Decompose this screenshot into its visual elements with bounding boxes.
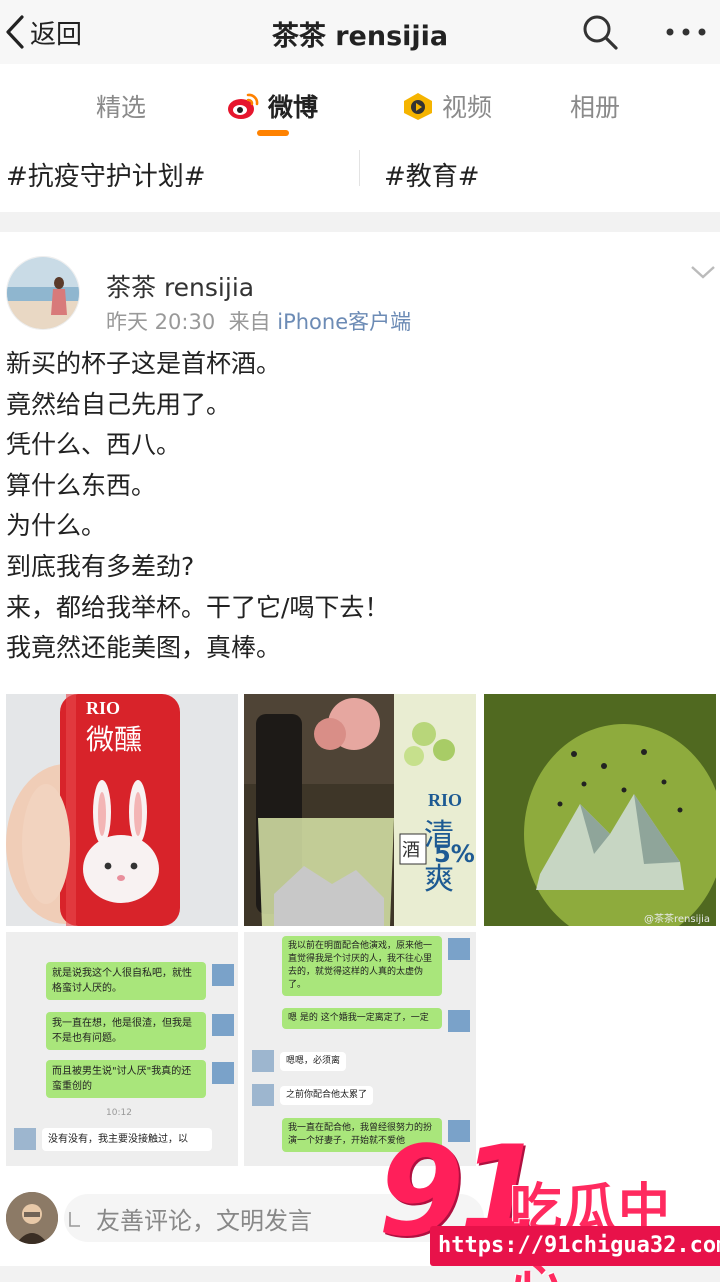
search-icon[interactable] bbox=[580, 12, 620, 52]
video-icon bbox=[404, 93, 432, 120]
watermark-logo: 91 吃瓜中心 https://91chigua32.com bbox=[378, 1130, 720, 1282]
weibo-logo-icon bbox=[228, 93, 259, 119]
topic-link-0[interactable]: #抗疫守护计划# bbox=[6, 156, 206, 193]
post-line: 我竟然还能美图，真棒。 bbox=[6, 633, 282, 663]
chat1-time: 10:12 bbox=[106, 1108, 132, 1118]
top-nav-bar: 返回 茶茶 rensijia bbox=[0, 0, 720, 64]
chat1-message: 而且被男生说"讨人厌"我真的还蛮重创的 bbox=[46, 1060, 206, 1098]
chat1-message: 没有没有，我主要没接触过，以 bbox=[42, 1128, 212, 1151]
topic-link-1[interactable]: #教育# bbox=[384, 156, 480, 193]
photo-rio-can[interactable]: RIO 微醺 bbox=[6, 694, 238, 926]
post-meta: 昨天 20:30 来自 iPhone客户端 bbox=[106, 306, 411, 336]
more-icon[interactable] bbox=[664, 12, 708, 52]
chevron-down-icon[interactable] bbox=[690, 264, 716, 280]
post-text: 新买的杯子这是首杯酒。 竟然给自己先用了。 凭什么、西八。 算什么东西。 为什么… bbox=[6, 344, 706, 669]
post-line: 新买的杯子这是首杯酒。 bbox=[6, 349, 282, 378]
post-line: 算什么东西。 bbox=[6, 470, 157, 500]
tab-weibo[interactable]: 微博 bbox=[226, 88, 318, 124]
chat-avatar bbox=[448, 938, 470, 960]
chat2-message: 嗯嗯，必须离 bbox=[280, 1052, 347, 1071]
chat-avatar bbox=[212, 1014, 234, 1036]
post-line: 为什么。 bbox=[6, 511, 107, 541]
chat-avatar bbox=[14, 1128, 36, 1150]
tab-album[interactable]: 相册 bbox=[570, 88, 620, 124]
post-time: 昨天 20:30 bbox=[106, 310, 216, 334]
photo-glass-bottle[interactable]: RIO 清爽 酒 5% bbox=[244, 694, 476, 926]
post-line: 竟然给自己先用了。 bbox=[6, 389, 232, 419]
active-tab-indicator bbox=[257, 130, 289, 136]
weibo-post-card: 茶茶 rensijia 昨天 20:30 来自 iPhone客户端 新买的杯子这… bbox=[0, 232, 720, 1182]
photo-iceberg-glass[interactable]: @茶茶rensijia bbox=[484, 694, 716, 926]
post-source[interactable]: iPhone客户端 bbox=[277, 310, 411, 334]
photo-credit: @茶茶rensijia bbox=[644, 914, 711, 925]
topic-divider bbox=[359, 150, 360, 186]
edit-icon bbox=[69, 1212, 80, 1227]
chat2-message: 之前你配合他太累了 bbox=[280, 1086, 374, 1105]
chat1-message: 我一直在想，他是很渣，但我是不是也有问题。 bbox=[46, 1012, 206, 1050]
can-brand: RIO bbox=[86, 698, 121, 718]
can-name: 微醺 bbox=[86, 723, 143, 756]
chat-avatar bbox=[252, 1050, 274, 1072]
bottle-tag: 酒 bbox=[402, 840, 420, 861]
chat2-message: 嗯 是的 这个婚我一定离定了，一定 bbox=[282, 1008, 442, 1029]
chat-avatar bbox=[252, 1084, 274, 1106]
post-line: 来，都给我举杯。干了它/喝下去！ bbox=[6, 592, 390, 622]
tab-video[interactable]: 视频 bbox=[402, 88, 492, 124]
author-name[interactable]: 茶茶 rensijia bbox=[106, 268, 254, 304]
bottle-abv: 5% bbox=[434, 840, 475, 868]
topic-row: #抗疫守护计划# #教育# bbox=[0, 144, 720, 212]
bottle-brand: RIO bbox=[428, 790, 463, 810]
chat1-message: 就是说我这个人很自私吧，就性格蛮讨人厌的。 bbox=[46, 962, 206, 1000]
my-avatar[interactable] bbox=[6, 1192, 58, 1244]
photo-chat-screenshot-1[interactable]: 就是说我这个人很自私吧，就性格蛮讨人厌的。 我一直在想，他是很渣，但我是不是也有… bbox=[6, 932, 238, 1166]
chat2-message: 我以前在明面配合他演戏，原来他一直觉得我是个讨厌的人，我不往心里去的，就觉得这样… bbox=[282, 936, 442, 996]
comment-placeholder: 友善评论，文明发言 bbox=[96, 1206, 312, 1235]
profile-tabs: 精选 微博 视频 相册 bbox=[0, 64, 720, 144]
post-line: 凭什么、西八。 bbox=[6, 430, 182, 460]
watermark-url: https://91chigua32.com bbox=[430, 1226, 720, 1266]
post-line: 到底我有多差劲? bbox=[6, 551, 195, 581]
tab-featured[interactable]: 精选 bbox=[96, 88, 146, 124]
chat-avatar bbox=[212, 964, 234, 986]
post-from-prefix: 来自 bbox=[228, 310, 271, 334]
author-avatar[interactable] bbox=[6, 256, 80, 330]
chat-avatar bbox=[212, 1062, 234, 1084]
chat-avatar bbox=[448, 1010, 470, 1032]
